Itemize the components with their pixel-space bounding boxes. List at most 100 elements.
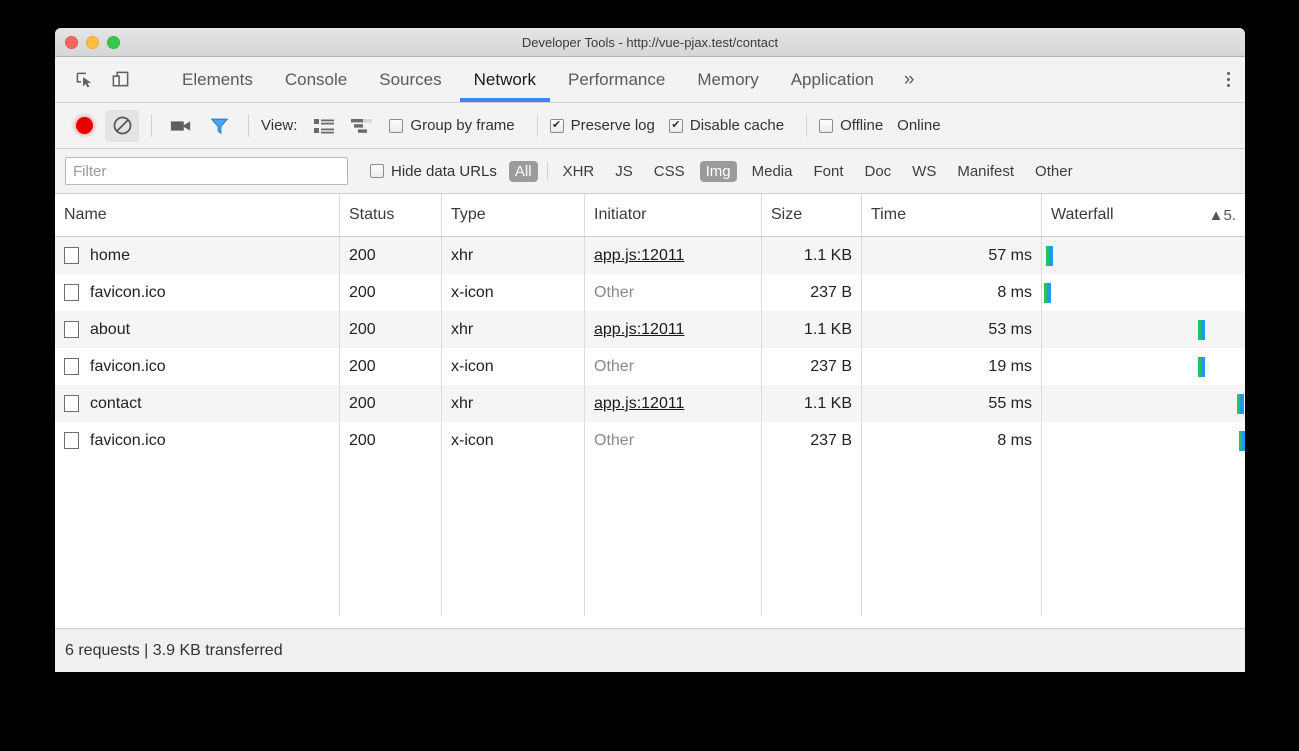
disable-cache-checkbox[interactable] [668,118,683,133]
filler-cell [442,459,585,616]
tabbar-left-icons [55,57,152,102]
cell-time-text: 53 ms [988,320,1032,338]
cell-status: 200 [340,237,442,274]
cell-initiator-text: Other [594,431,635,449]
cell-time-text: 19 ms [988,357,1032,375]
table-row[interactable]: favicon.ico 200 x-icon Other 237 B 19 ms [55,348,1245,385]
filter-type-media[interactable]: Media [746,161,799,182]
cell-type: xhr [442,385,585,422]
filter-type-font[interactable]: Font [807,161,849,182]
group-by-frame-checkbox[interactable] [389,118,404,133]
hide-data-urls-checkbox[interactable] [370,164,384,178]
toolbar-divider-4 [806,114,808,137]
tab-memory[interactable]: Memory [681,57,774,102]
file-icon [64,284,79,301]
cell-type-text: xhr [451,246,474,264]
cell-type-text: xhr [451,320,474,338]
tab-elements[interactable]: Elements [166,57,269,102]
cell-name: home [55,237,340,274]
column-header-type[interactable]: Type [442,194,585,236]
filter-type-img[interactable]: Img [699,160,737,182]
cell-time: 19 ms [862,348,1042,385]
table-row[interactable]: contact 200 xhr app.js:12011 1.1 KB 55 ms [55,385,1245,422]
filter-type-xhr[interactable]: XHR [557,161,601,182]
filter-type-doc[interactable]: Doc [858,161,897,182]
customize-devtools-button[interactable] [1211,57,1245,103]
tab-application[interactable]: Application [775,57,890,102]
toolbar-divider-3 [536,114,538,137]
table-row[interactable]: favicon.ico 200 x-icon Other 237 B 8 ms [55,422,1245,459]
filter-type-ws[interactable]: WS [906,161,942,182]
disable-cache-row[interactable]: Disable cache [668,117,784,134]
record-button[interactable] [67,110,101,142]
cell-name: favicon.ico [55,274,340,311]
minimize-window-button[interactable] [86,35,99,49]
column-header-status[interactable]: Status [340,194,442,236]
filter-type-other[interactable]: Other [1029,161,1079,182]
waterfall-bar-download [1239,394,1244,414]
filter-type-all[interactable]: All [508,160,538,182]
inspect-element-button[interactable] [69,65,99,95]
column-header-name[interactable]: Name [55,194,340,236]
filter-type-manifest[interactable]: Manifest [951,161,1020,182]
cell-initiator-text[interactable]: app.js:12011 [594,395,684,413]
column-header-size[interactable]: Size [762,194,862,236]
request-name: home [90,246,131,264]
tab-network[interactable]: Network [458,57,552,102]
file-icon [64,247,79,264]
column-header-initiator[interactable]: Initiator [585,194,762,236]
tab-sources[interactable]: Sources [363,57,457,102]
cell-time-text: 8 ms [997,431,1032,449]
cell-size-text: 1.1 KB [803,394,852,412]
clear-button[interactable] [105,109,139,142]
offline-checkbox[interactable] [819,118,834,133]
table-row[interactable]: home 200 xhr app.js:12011 1.1 KB 57 ms [55,237,1245,274]
cell-initiator: app.js:12011 [585,311,762,348]
cell-initiator: Other [585,422,762,459]
request-name: favicon.ico [90,431,166,449]
preserve-log-row[interactable]: Preserve log [549,117,655,134]
tab-console[interactable]: Console [269,57,363,102]
tab-performance[interactable]: Performance [552,57,681,102]
cell-type: x-icon [442,422,585,459]
capture-screenshots-button[interactable] [164,110,198,142]
toggle-device-toolbar-button[interactable] [105,65,135,95]
hide-data-urls-row[interactable]: Hide data URLs [370,163,497,180]
summary-text: 6 requests | 3.9 KB transferred [65,641,283,659]
cell-size: 237 B [762,274,862,311]
zoom-window-button[interactable] [107,35,120,49]
table-row[interactable]: about 200 xhr app.js:12011 1.1 KB 53 ms [55,311,1245,348]
preserve-log-checkbox[interactable] [549,118,564,133]
window-controls [55,35,120,49]
list-view-button[interactable] [307,110,341,142]
network-filter-bar: Hide data URLs All XHR JS CSS Img Media … [55,149,1245,194]
cell-initiator-text[interactable]: app.js:12011 [594,321,684,339]
waterfall-bar [1238,431,1245,451]
file-icon [64,432,79,449]
more-tabs-button[interactable]: » [890,57,929,102]
waterfall-view-button[interactable] [345,110,379,142]
table-body: home 200 xhr app.js:12011 1.1 KB 57 ms favicon… [55,237,1245,459]
filter-toggle-button[interactable] [202,110,236,142]
filler-cell [862,459,1042,616]
group-by-frame-label: Group by frame [410,117,515,134]
device-toolbar-icon [112,71,128,87]
offline-row[interactable]: Offline [819,117,883,134]
waterfall-bar-download [1047,283,1052,303]
devtools-tab-list: Elements Console Sources Network Perform… [166,57,928,102]
table-header-row: Name Status Type Initiator Size Time Wat… [55,194,1245,237]
cell-initiator-text[interactable]: app.js:12011 [594,247,684,265]
network-summary-bar: 6 requests | 3.9 KB transferred [55,628,1245,672]
table-row[interactable]: favicon.ico 200 x-icon Other 237 B 8 ms [55,274,1245,311]
cell-status-text: 200 [349,357,376,375]
column-header-time[interactable]: Time [862,194,1042,236]
close-window-button[interactable] [65,35,78,49]
cell-size: 237 B [762,348,862,385]
group-by-frame-row[interactable]: Group by frame [389,117,515,134]
waterfall-label: Waterfall [1051,206,1114,223]
filter-type-js[interactable]: JS [609,161,639,182]
filter-input[interactable] [65,157,348,185]
filter-type-css[interactable]: CSS [648,161,691,182]
column-header-waterfall[interactable]: Waterfall ▲5. [1042,194,1245,236]
throttling-select[interactable]: Online [897,117,940,134]
